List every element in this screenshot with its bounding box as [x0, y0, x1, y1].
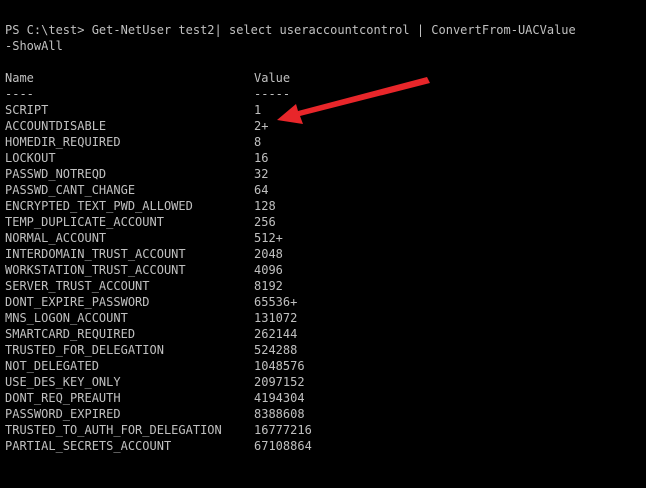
powershell-console[interactable]: PS C:\test> Get-NetUser test2| select us… — [0, 0, 646, 488]
red-arrow-icon — [277, 77, 430, 124]
